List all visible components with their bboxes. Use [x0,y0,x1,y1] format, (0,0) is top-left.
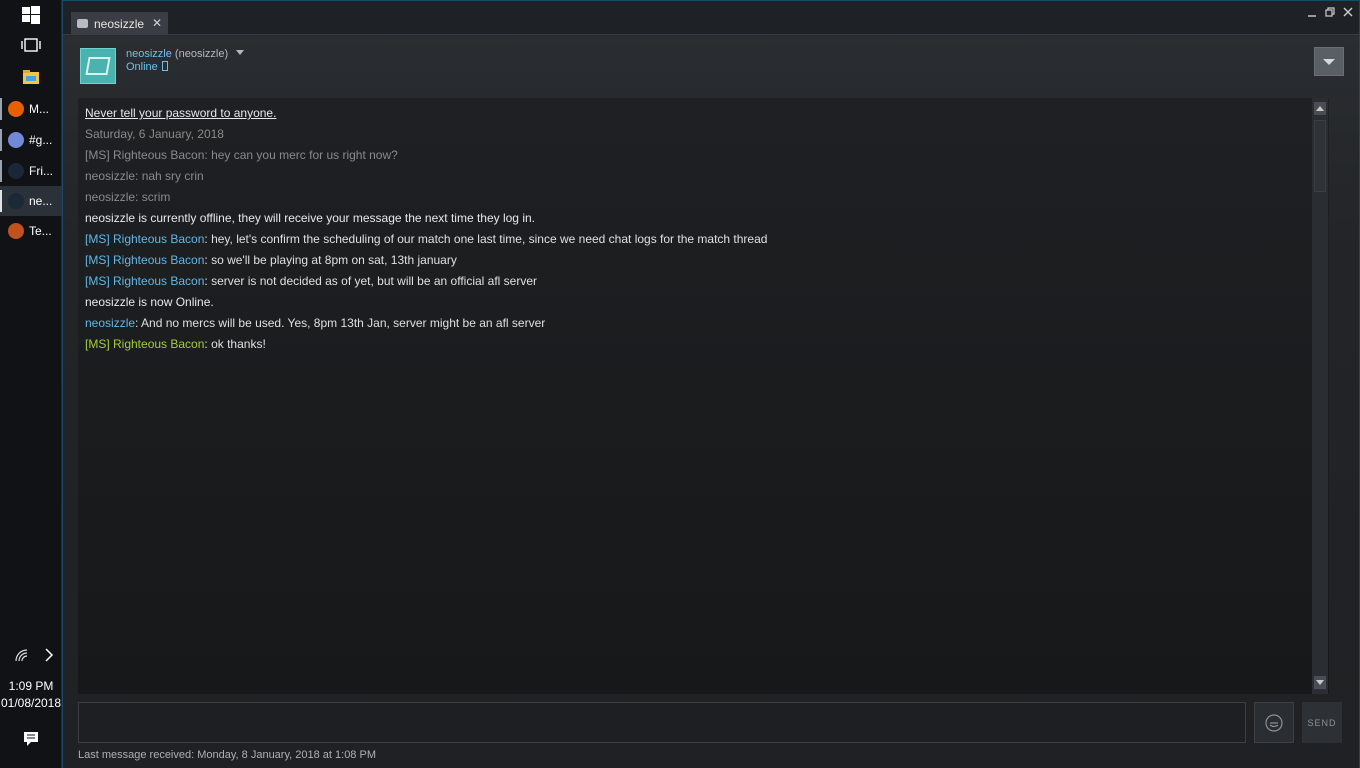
taskbar-app-label: Te... [29,224,52,238]
taskbar-app-label: #g... [29,133,53,147]
chat-line: [MS] Righteous Bacon: hey, let's confirm… [85,229,1315,250]
close-icon [1343,7,1353,17]
chat-line: neosizzle: nah sry crin [85,169,204,183]
avatar-emblem-icon [85,57,111,75]
friend-name: neosizzle [126,48,172,60]
scroll-down-arrow-icon[interactable] [1314,676,1326,689]
minimize-icon [1308,15,1316,17]
chat-line: neosizzle is currently offline, they wil… [85,211,535,225]
chat-line: [MS] Righteous Bacon: hey can you merc f… [85,148,398,162]
taskbar-app-label: M... [29,102,49,116]
minimize-button[interactable] [1304,5,1320,21]
taskbar-app-label: ne... [29,194,53,208]
chat-body: neosizzle (neosizzle) Online Never tell … [63,36,1359,768]
chat-message-text: : so we'll be playing at 8pm on sat, 13t… [204,253,457,267]
chat-scrollbar[interactable] [1312,98,1328,694]
chat-speaker[interactable]: [MS] Righteous Bacon [85,232,204,246]
chat-line: [MS] Righteous Bacon: server is not deci… [85,271,1315,292]
tab-title: neosizzle [94,16,145,31]
chat-line: neosizzle is now Online. [85,295,214,309]
network-icon[interactable] [14,648,30,662]
taskbar-app[interactable]: Fri... [0,156,62,186]
message-input[interactable] [78,702,1246,743]
taskbar-app[interactable]: #g... [0,125,62,155]
scroll-up-arrow-icon[interactable] [1314,102,1326,115]
scroll-thumb[interactable] [1314,120,1326,192]
firefox-icon [8,101,24,117]
send-button[interactable]: SEND [1302,702,1342,743]
discord-icon [8,132,24,148]
title-bar[interactable]: neosizzle ✕ [63,1,1359,35]
emoticon-button[interactable] [1254,702,1294,743]
chat-line: [MS] Righteous Bacon: ok thanks! [85,334,1315,355]
taskbar-app[interactable]: ne... [0,186,62,216]
task-view-button[interactable] [0,30,62,60]
chevron-down-icon [1323,58,1335,65]
chat-speaker[interactable]: neosizzle [85,316,135,330]
clock-date: 01/08/2018 [0,696,62,710]
chat-line: neosizzle: scrim [85,190,171,204]
tab-close-icon[interactable]: ✕ [152,16,162,30]
last-message-status: Last message received: Monday, 8 January… [78,749,376,761]
taskbar-app-label: Fri... [29,164,53,178]
start-button[interactable] [0,0,62,30]
chat-message-text: : server is not decided as of yet, but w… [204,274,538,288]
chat-speaker[interactable]: [MS] Righteous Bacon [85,253,204,267]
clock-time: 1:09 PM [8,679,54,693]
folder-icon [23,70,39,84]
chat-log: Never tell your password to anyone. Satur… [85,103,1315,355]
friend-dropdown-icon[interactable] [236,50,244,55]
restore-button[interactable] [1322,5,1338,21]
friend-header-name[interactable]: neosizzle (neosizzle) [126,48,228,60]
windows-logo-icon [22,6,40,24]
steam-icon [8,163,24,179]
chat-speaker[interactable]: [MS] Righteous Bacon [85,337,204,351]
notification-icon [24,732,38,746]
friend-status-text: Online [126,61,158,73]
chat-log-panel: Never tell your password to anyone. Satur… [78,98,1329,694]
mobile-phone-icon [161,61,168,71]
steam-icon [8,193,24,209]
chat-line: [MS] Righteous Bacon: so we'll be playin… [85,250,1315,271]
chat-message-text: : And no mercs will be used. Yes, 8pm 13… [135,316,546,330]
chat-bubble-icon [77,19,88,28]
chat-line: Saturday, 6 January, 2018 [85,127,224,141]
close-button[interactable] [1340,5,1356,21]
taskbar-app[interactable]: M... [0,94,62,124]
chat-message-text: : ok thanks! [204,337,266,351]
smiley-icon [1265,713,1283,732]
action-center-button[interactable] [0,724,62,754]
chat-line: Never tell your password to anyone. [85,106,277,120]
system-clock[interactable]: 1:09 PM 01/08/2018 [0,678,62,712]
steam-chat-window: neosizzle ✕ neosizzle (neosizzle) Online… [62,0,1360,768]
tf2-icon [8,223,24,239]
chat-options-button[interactable] [1314,47,1344,76]
chat-speaker[interactable]: [MS] Righteous Bacon [85,274,204,288]
chat-line: neosizzle: And no mercs will be used. Ye… [85,313,1315,334]
restore-icon [1325,7,1335,17]
tray-area [0,640,62,670]
chat-message-text: : hey, let's confirm the scheduling of o… [204,232,768,246]
taskbar-app[interactable]: Te... [0,216,62,246]
file-explorer-button[interactable] [0,62,62,92]
chevron-right-icon[interactable] [44,648,54,662]
chat-tab[interactable]: neosizzle ✕ [71,12,168,35]
friend-status: Online [126,61,168,73]
friend-avatar[interactable] [80,48,116,84]
friend-alias: (neosizzle) [174,48,229,60]
taskbar: M... #g... Fri... ne... Te... 1:09 PM 01/08/… [0,0,62,768]
task-view-icon [21,38,41,52]
